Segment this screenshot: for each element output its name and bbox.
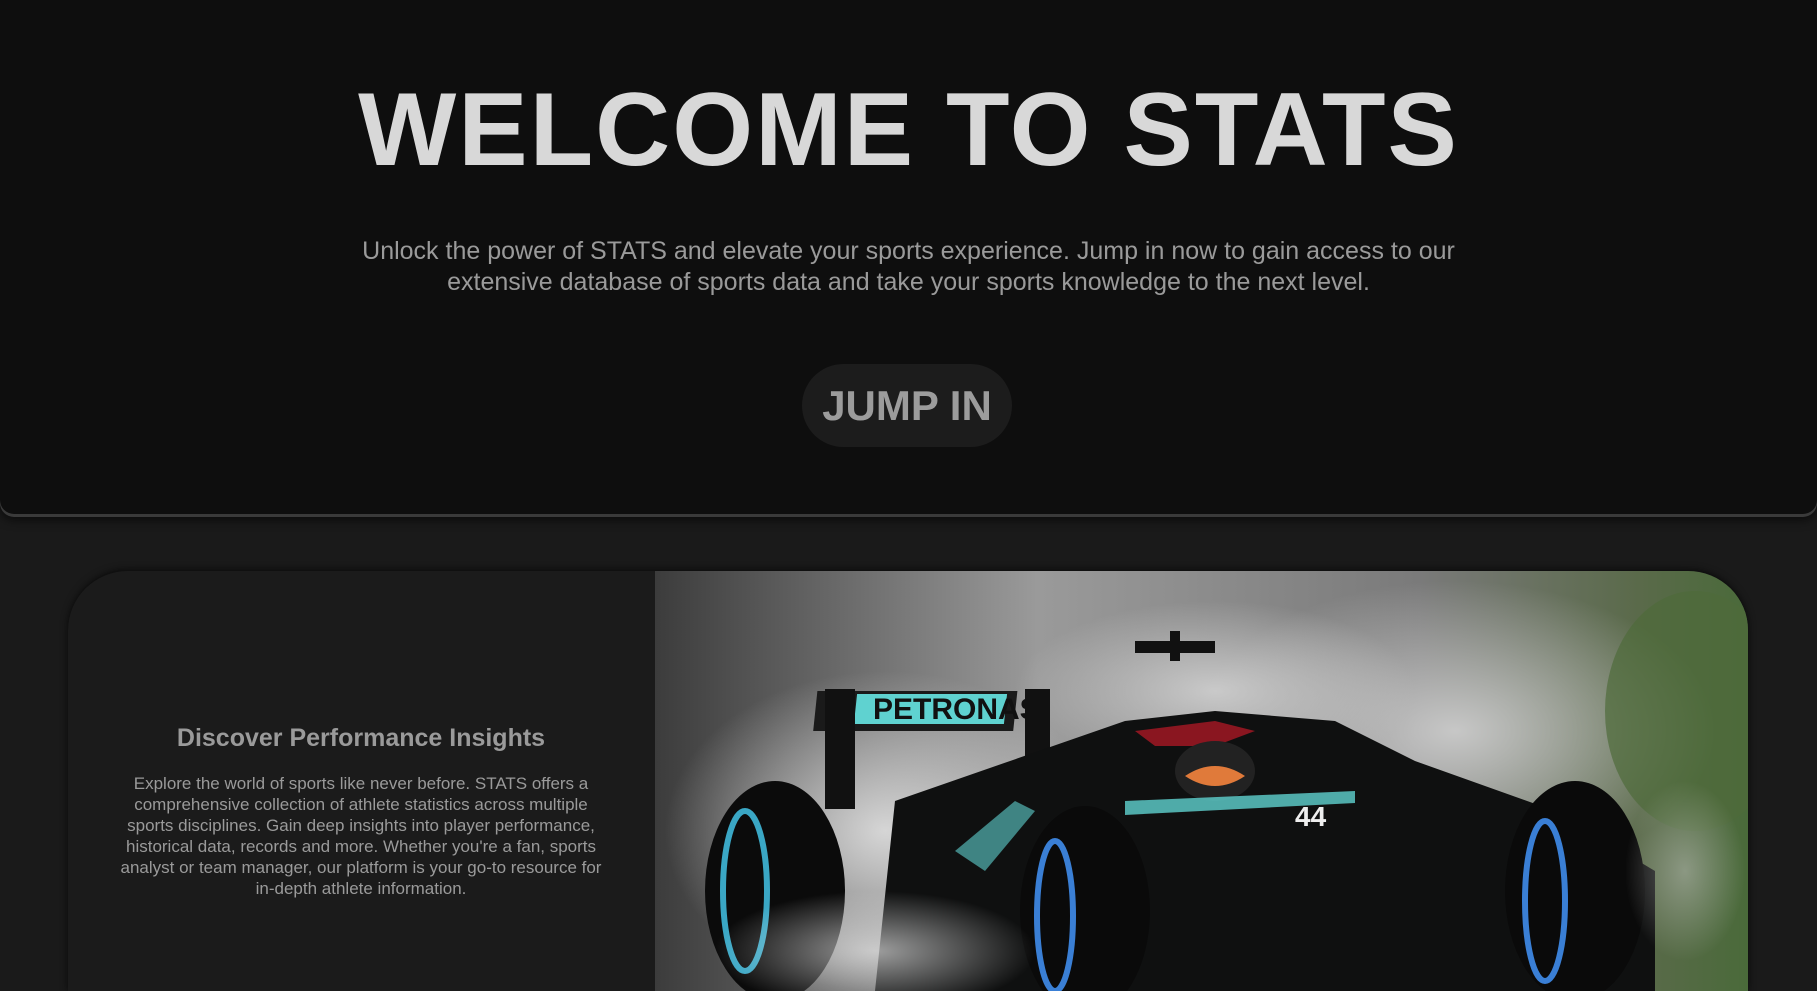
- hero-title: WELCOME TO STATS: [358, 72, 1459, 188]
- front-right-wheel: [1505, 781, 1645, 991]
- race-car-image: PETRONAS 44: [655, 571, 1748, 991]
- feature-text-panel: Discover Performance Insights Explore th…: [68, 571, 654, 991]
- feature-description: Explore the world of sports like never b…: [120, 774, 602, 898]
- livery-text: PETRONAS: [873, 693, 1040, 726]
- feature-title: Discover Performance Insights: [176, 724, 546, 752]
- hero-subtitle: Unlock the power of STATS and elevate yo…: [362, 237, 1455, 296]
- car-number: 44: [1295, 801, 1327, 832]
- hero-section: WELCOME TO STATS Unlock the power of STA…: [0, 0, 1817, 514]
- jump-in-button[interactable]: JUMP IN: [802, 364, 1012, 447]
